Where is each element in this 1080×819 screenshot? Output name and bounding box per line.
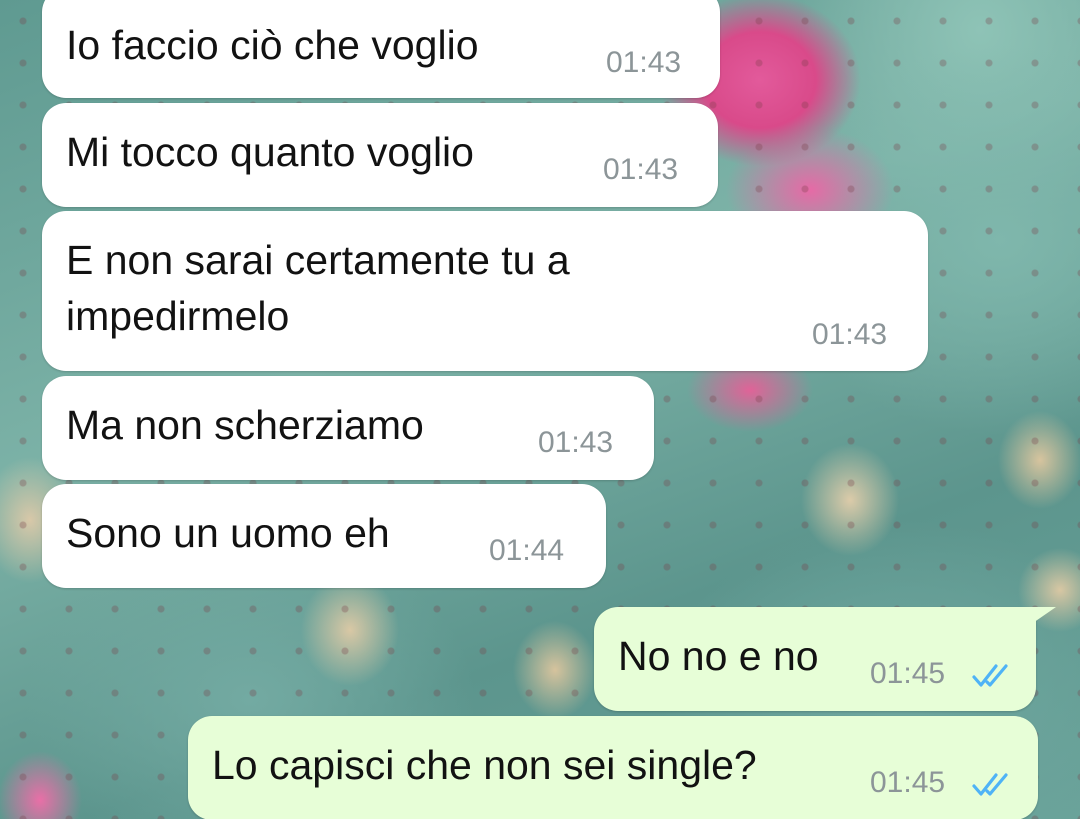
double-check-icon — [972, 664, 1008, 687]
message-text: Sono un uomo eh — [66, 510, 390, 556]
message-time: 01:43 — [606, 46, 682, 79]
message-time: 01:43 — [538, 426, 614, 459]
message-text: No no e no — [618, 633, 819, 679]
outgoing-message-bubble[interactable]: Lo capisci che non sei single? 01:45 — [188, 716, 1038, 819]
message-time: 01:43 — [812, 318, 888, 351]
outgoing-message-bubble[interactable]: No no e no 01:45 — [594, 607, 1036, 711]
message-time: 01:45 — [870, 657, 946, 690]
message-text-line-1: E non sarai certamente tu a — [66, 237, 570, 283]
double-check-icon — [972, 773, 1008, 796]
chat-conversation: Io faccio ciò che voglio 01:43 Mi tocco … — [0, 0, 1080, 819]
incoming-message-bubble[interactable]: Io faccio ciò che voglio 01:43 — [42, 0, 720, 98]
message-text: Lo capisci che non sei single? — [212, 742, 757, 788]
incoming-message-bubble[interactable]: Ma non scherziamo 01:43 — [42, 376, 654, 480]
incoming-message-bubble[interactable]: E non sarai certamente tu a impedirmelo … — [42, 211, 928, 371]
message-text: Mi tocco quanto voglio — [66, 129, 474, 175]
message-time: 01:43 — [603, 153, 679, 186]
incoming-message-bubble[interactable]: Sono un uomo eh 01:44 — [42, 484, 606, 588]
message-text: Ma non scherziamo — [66, 402, 424, 448]
incoming-message-bubble[interactable]: Mi tocco quanto voglio 01:43 — [42, 103, 718, 207]
message-text: Io faccio ciò che voglio — [66, 22, 479, 68]
message-time: 01:44 — [489, 534, 565, 567]
message-text-line-2: impedirmelo — [66, 293, 290, 339]
bubble-tail — [1030, 607, 1056, 625]
message-time: 01:45 — [870, 766, 946, 799]
